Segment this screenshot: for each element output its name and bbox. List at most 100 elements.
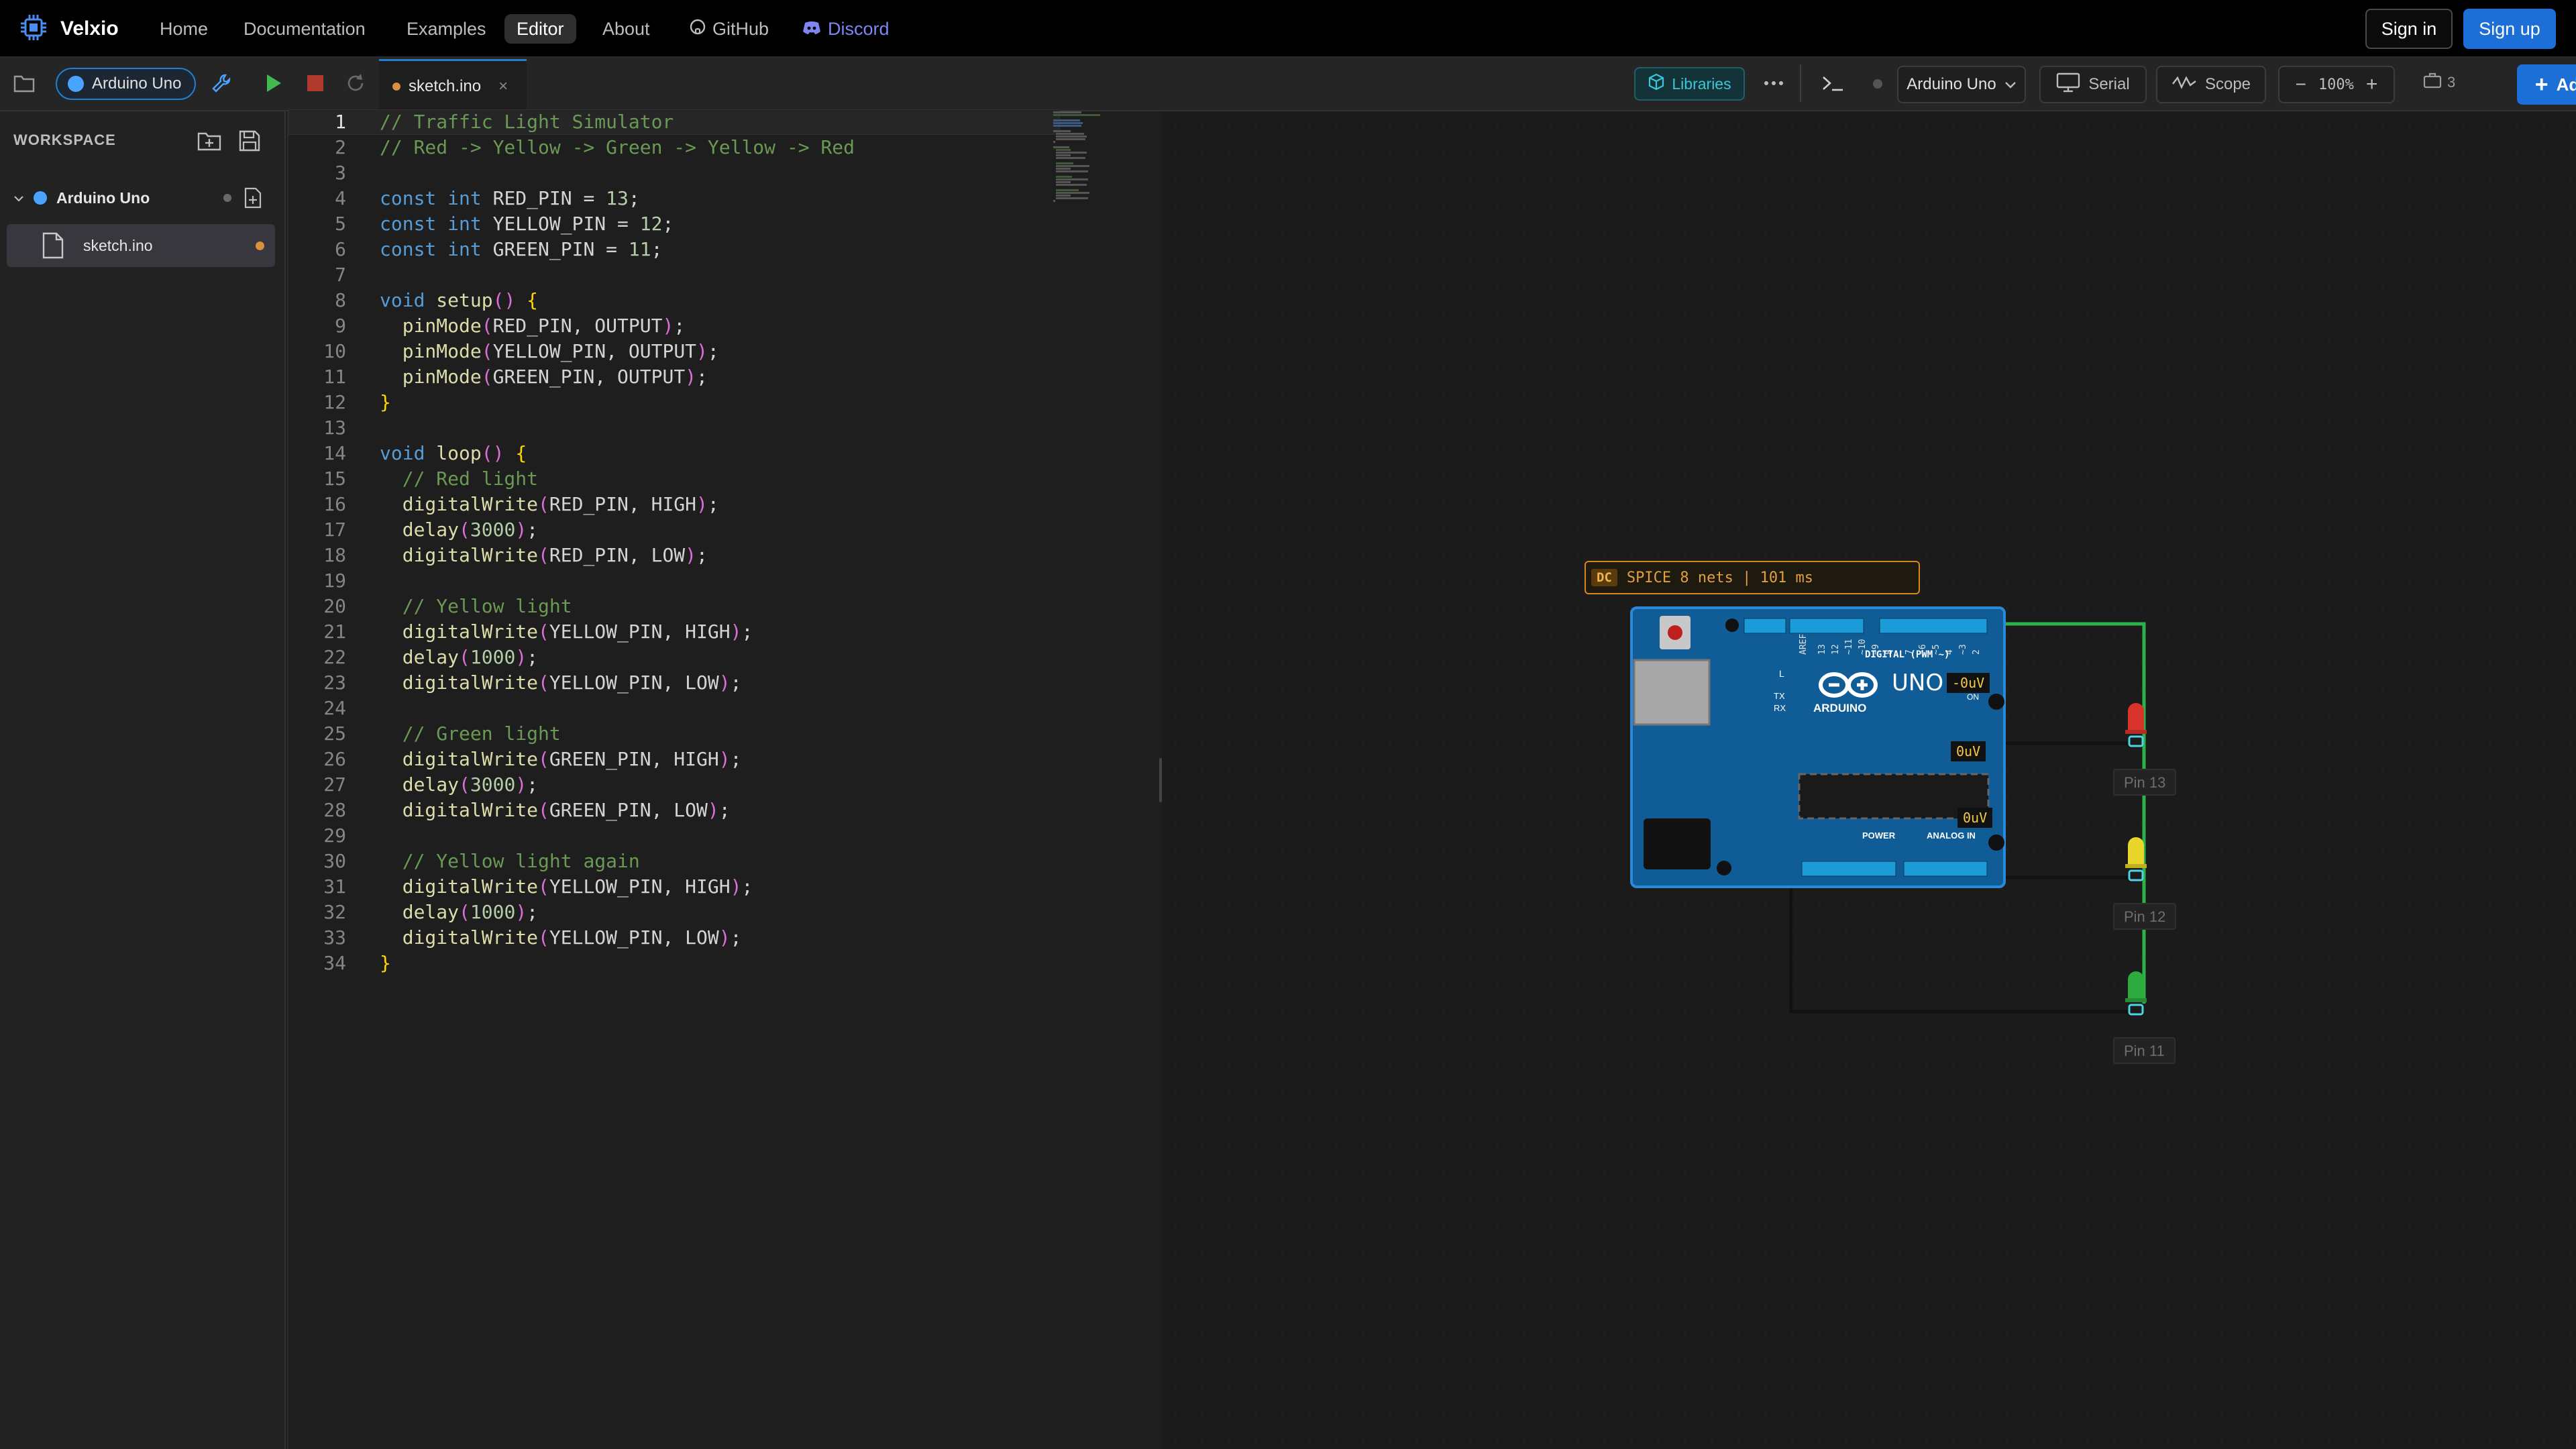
code-line[interactable]: 4 const int RED_PIN = 13; bbox=[295, 186, 855, 211]
new-folder-icon[interactable] bbox=[196, 127, 223, 154]
board-select[interactable]: Arduino Uno bbox=[1897, 66, 2026, 103]
more-options-icon[interactable] bbox=[1760, 70, 1787, 97]
code-lines[interactable]: 1// Traffic Light Simulator 2// Red -> Ye… bbox=[295, 109, 855, 976]
serial-monitor-button[interactable]: Serial bbox=[2039, 66, 2147, 103]
stop-button[interactable] bbox=[303, 71, 327, 95]
brand[interactable]: Velxio bbox=[19, 12, 119, 46]
close-icon[interactable]: × bbox=[498, 77, 508, 96]
code-line[interactable]: 20 // Yellow light bbox=[295, 594, 855, 619]
code-text[interactable]: // Yellow light again bbox=[346, 849, 640, 874]
tree-file-sketch-ino[interactable]: sketch.ino bbox=[7, 224, 275, 267]
code-text[interactable]: } bbox=[346, 390, 391, 415]
reset-icon[interactable] bbox=[343, 71, 368, 95]
code-text[interactable]: pinMode(YELLOW_PIN, OUTPUT); bbox=[346, 339, 719, 364]
code-line[interactable]: 29 bbox=[295, 823, 855, 849]
nav-home[interactable]: Home bbox=[148, 14, 220, 44]
arduino-uno-board[interactable]: AREF 13 12 ~11 ~10 ~9 8 7 ~6 ~5 4 ~3 2 bbox=[1630, 606, 2006, 888]
code-line[interactable]: 8 void setup() { bbox=[295, 288, 855, 313]
board-selector-pill[interactable]: Arduino Uno bbox=[56, 68, 196, 100]
code-text[interactable]: pinMode(RED_PIN, OUTPUT); bbox=[346, 313, 685, 339]
code-line[interactable]: 21 digitalWrite(YELLOW_PIN, HIGH); bbox=[295, 619, 855, 645]
minimap[interactable] bbox=[1053, 111, 1114, 205]
code-text[interactable]: digitalWrite(RED_PIN, LOW); bbox=[346, 543, 708, 568]
code-text[interactable] bbox=[346, 262, 380, 288]
sign-up-button[interactable]: Sign up bbox=[2463, 9, 2556, 49]
zoom-out-icon[interactable]: − bbox=[2296, 74, 2306, 95]
tab-sketch-ino[interactable]: sketch.ino × bbox=[379, 59, 527, 111]
code-line[interactable]: 6 const int GREEN_PIN = 11; bbox=[295, 237, 855, 262]
code-text[interactable]: // Green light bbox=[346, 721, 561, 747]
code-line[interactable]: 14 void loop() { bbox=[295, 441, 855, 466]
new-file-icon[interactable] bbox=[241, 186, 264, 209]
led-red[interactable] bbox=[2123, 698, 2149, 749]
code-text[interactable]: digitalWrite(YELLOW_PIN, LOW); bbox=[346, 925, 742, 951]
sign-in-button[interactable]: Sign in bbox=[2365, 9, 2453, 49]
code-text[interactable]: delay(3000); bbox=[346, 772, 538, 798]
code-text[interactable]: const int GREEN_PIN = 11; bbox=[346, 237, 662, 262]
terminal-icon[interactable] bbox=[1819, 70, 1846, 97]
code-line[interactable]: 9 pinMode(RED_PIN, OUTPUT); bbox=[295, 313, 855, 339]
code-text[interactable]: // Yellow light bbox=[346, 594, 572, 619]
code-text[interactable]: const int YELLOW_PIN = 12; bbox=[346, 211, 674, 237]
nav-examples[interactable]: Examples bbox=[394, 14, 498, 44]
libraries-button[interactable]: Libraries bbox=[1634, 67, 1745, 101]
nav-about[interactable]: About bbox=[590, 14, 662, 44]
code-text[interactable] bbox=[346, 568, 380, 594]
code-line[interactable]: 7 bbox=[295, 262, 855, 288]
code-line[interactable]: 2// Red -> Yellow -> Green -> Yellow -> … bbox=[295, 135, 855, 160]
code-text[interactable]: // Red light bbox=[346, 466, 538, 492]
code-text[interactable]: // Red -> Yellow -> Green -> Yellow -> R… bbox=[346, 135, 855, 160]
code-line[interactable]: 16 digitalWrite(RED_PIN, HIGH); bbox=[295, 492, 855, 517]
code-line[interactable]: 10 pinMode(YELLOW_PIN, OUTPUT); bbox=[295, 339, 855, 364]
code-text[interactable]: delay(3000); bbox=[346, 517, 538, 543]
code-line[interactable]: 23 digitalWrite(YELLOW_PIN, LOW); bbox=[295, 670, 855, 696]
code-text[interactable]: digitalWrite(RED_PIN, HIGH); bbox=[346, 492, 719, 517]
led-yellow[interactable] bbox=[2123, 832, 2149, 883]
nav-editor[interactable]: Editor bbox=[504, 14, 576, 44]
code-text[interactable]: digitalWrite(GREEN_PIN, HIGH); bbox=[346, 747, 742, 772]
run-button[interactable] bbox=[262, 71, 286, 95]
code-text[interactable]: digitalWrite(YELLOW_PIN, HIGH); bbox=[346, 619, 753, 645]
code-text[interactable]: void loop() { bbox=[346, 441, 527, 466]
code-line[interactable]: 18 digitalWrite(RED_PIN, LOW); bbox=[295, 543, 855, 568]
code-line[interactable]: 13 bbox=[295, 415, 855, 441]
code-text[interactable]: digitalWrite(YELLOW_PIN, HIGH); bbox=[346, 874, 753, 900]
zoom-in-icon[interactable]: + bbox=[2366, 73, 2378, 96]
code-line[interactable]: 12} bbox=[295, 390, 855, 415]
split-resize-handle[interactable] bbox=[1159, 758, 1162, 802]
nav-discord[interactable]: Discord bbox=[790, 14, 902, 44]
led-green[interactable] bbox=[2123, 966, 2149, 1017]
code-text[interactable]: const int RED_PIN = 13; bbox=[346, 186, 640, 211]
code-text[interactable]: pinMode(GREEN_PIN, OUTPUT); bbox=[346, 364, 708, 390]
wrench-icon[interactable] bbox=[208, 70, 235, 97]
nav-documentation[interactable]: Documentation bbox=[231, 14, 378, 44]
code-text[interactable]: digitalWrite(YELLOW_PIN, LOW); bbox=[346, 670, 742, 696]
add-component-button[interactable]: + Add bbox=[2517, 64, 2576, 105]
code-line[interactable]: 34} bbox=[295, 951, 855, 976]
code-line[interactable]: 31 digitalWrite(YELLOW_PIN, HIGH); bbox=[295, 874, 855, 900]
code-line[interactable]: 33 digitalWrite(YELLOW_PIN, LOW); bbox=[295, 925, 855, 951]
scope-button[interactable]: Scope bbox=[2156, 66, 2266, 103]
code-text[interactable]: delay(1000); bbox=[346, 645, 538, 670]
code-line[interactable]: 3 bbox=[295, 160, 855, 186]
code-line[interactable]: 30 // Yellow light again bbox=[295, 849, 855, 874]
code-line[interactable]: 1// Traffic Light Simulator bbox=[295, 109, 855, 135]
code-text[interactable]: delay(1000); bbox=[346, 900, 538, 925]
code-text[interactable]: digitalWrite(GREEN_PIN, LOW); bbox=[346, 798, 731, 823]
code-line[interactable]: 28 digitalWrite(GREEN_PIN, LOW); bbox=[295, 798, 855, 823]
tree-board-arduino-uno[interactable]: Arduino Uno bbox=[11, 181, 275, 215]
save-icon[interactable] bbox=[236, 127, 263, 154]
code-text[interactable] bbox=[346, 415, 380, 441]
code-line[interactable]: 17 delay(3000); bbox=[295, 517, 855, 543]
code-text[interactable] bbox=[346, 160, 380, 186]
code-text[interactable] bbox=[346, 823, 380, 849]
code-line[interactable]: 32 delay(1000); bbox=[295, 900, 855, 925]
code-line[interactable]: 5 const int YELLOW_PIN = 12; bbox=[295, 211, 855, 237]
code-line[interactable]: 25 // Green light bbox=[295, 721, 855, 747]
code-text[interactable]: } bbox=[346, 951, 391, 976]
code-line[interactable]: 24 bbox=[295, 696, 855, 721]
code-line[interactable]: 11 pinMode(GREEN_PIN, OUTPUT); bbox=[295, 364, 855, 390]
code-text[interactable]: // Traffic Light Simulator bbox=[346, 109, 674, 135]
code-line[interactable]: 26 digitalWrite(GREEN_PIN, HIGH); bbox=[295, 747, 855, 772]
folder-icon[interactable] bbox=[12, 71, 36, 95]
